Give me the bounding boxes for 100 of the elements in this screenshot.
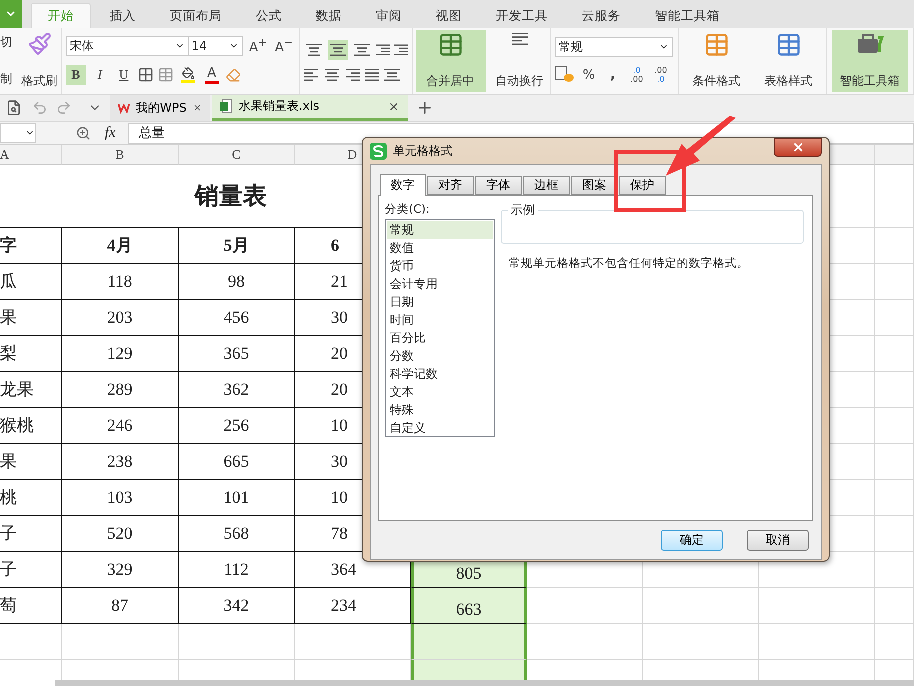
dialog-tab[interactable]: 数字 — [380, 174, 426, 196]
ribbon-tab[interactable]: 公式 — [241, 3, 297, 28]
new-tab-icon[interactable] — [416, 99, 434, 117]
font-size-select[interactable]: 14 — [188, 36, 244, 56]
decrease-decimal-button[interactable]: .00 .0 — [651, 65, 671, 85]
vertical-align-icon — [330, 43, 346, 57]
print-preview-icon[interactable] — [6, 100, 22, 116]
vertical-align-button[interactable] — [328, 40, 348, 60]
table-cell: 456 — [179, 300, 295, 336]
font-select[interactable]: 宋体 — [66, 36, 189, 56]
dialog-tab[interactable]: 保护 — [619, 176, 666, 195]
ribbon-tab[interactable]: 页面布局 — [155, 3, 237, 28]
table-cell: 桃 — [0, 480, 62, 516]
distribute-icon — [384, 68, 400, 82]
conditional-table-icon — [704, 32, 730, 58]
vertical-align-icon — [306, 43, 322, 57]
table-cell: 520 — [62, 516, 179, 552]
document-tab[interactable]: 水果销量表.xls — [212, 95, 408, 121]
close-icon[interactable] — [388, 100, 400, 112]
format-painter-button[interactable]: 格式刷 — [18, 30, 60, 92]
cancel-button[interactable]: 取消 — [747, 530, 809, 551]
table-cell: 龙果 — [0, 372, 62, 408]
sample-label: 示例 — [508, 202, 538, 219]
number-format-select[interactable]: 常规 — [555, 37, 673, 57]
table-style-button[interactable]: 表格样式 — [756, 30, 822, 92]
ribbon-tab[interactable]: 视图 — [421, 3, 477, 28]
column-heading-cell: 5月 — [179, 228, 295, 264]
table-cell: 103 — [62, 480, 179, 516]
ribbon-tab[interactable]: 数据 — [301, 3, 357, 28]
currency-icon[interactable] — [555, 66, 575, 84]
borders-icon[interactable] — [138, 67, 154, 83]
dialog-tab[interactable]: 边框 — [523, 176, 570, 195]
column-header[interactable]: B — [62, 145, 179, 165]
table-cell: 瓜 — [0, 264, 62, 300]
table-cell: 87 — [62, 588, 179, 624]
table-cell — [875, 165, 914, 228]
ribbon-tab[interactable]: 智能工具箱 — [640, 3, 735, 28]
app-logo-icon — [370, 142, 387, 160]
column-heading-cell: 字 — [0, 228, 62, 264]
increase-decimal-button[interactable]: .0 .00 — [627, 65, 647, 85]
paint-bucket-icon — [182, 67, 194, 80]
align-center-icon — [324, 68, 340, 82]
search-icon[interactable] — [76, 126, 91, 140]
table-cell: 342 — [179, 588, 295, 624]
ok-button[interactable]: 确定 — [661, 530, 723, 551]
dialog-tab[interactable]: 字体 — [475, 176, 522, 195]
format-description: 常规单元格格式不包含任何特定的数字格式。 — [508, 256, 750, 271]
table-cell: 256 — [179, 408, 295, 444]
conditional-format-button[interactable]: 条件格式 — [684, 30, 750, 92]
merge-center-button[interactable]: 合并居中 — [416, 30, 486, 92]
table-cell: 112 — [179, 552, 295, 588]
table-cell: 238 — [62, 444, 179, 480]
indent-decrease-icon — [376, 43, 390, 57]
comma-button[interactable]: , — [603, 65, 623, 85]
table-cell — [875, 624, 914, 660]
font-style-button[interactable]: U — [114, 65, 134, 85]
document-tab[interactable]: 我的WPS — [110, 95, 210, 121]
horizontal-scrollbar[interactable] — [55, 680, 914, 686]
insert-function-button[interactable]: fx — [105, 124, 116, 142]
merge-cells-icon — [438, 32, 464, 58]
column-header[interactable]: A — [0, 145, 62, 165]
font-style-button[interactable]: B — [66, 65, 86, 85]
category-item[interactable]: 常规 — [387, 221, 493, 239]
align-left-icon — [304, 68, 320, 82]
table-cell — [875, 588, 914, 624]
ribbon-tab[interactable]: 开发工具 — [481, 3, 563, 28]
table-cell: 萄 — [0, 588, 62, 624]
align-right-icon — [344, 68, 360, 82]
copy-button[interactable]: 制 — [0, 71, 12, 88]
table-cell: 101 — [179, 480, 295, 516]
close-button[interactable] — [774, 138, 822, 157]
table-cell — [875, 228, 914, 264]
percent-button[interactable]: % — [579, 65, 599, 85]
cut-button[interactable]: 切 — [0, 34, 12, 51]
toolbox-icon — [856, 32, 884, 56]
table-cell — [875, 372, 914, 408]
dialog-tab[interactable]: 对齐 — [427, 176, 474, 195]
ribbon-tab[interactable]: 云服务 — [567, 3, 636, 28]
column-header[interactable]: C — [179, 145, 295, 165]
ribbon-tab[interactable]: 审阅 — [361, 3, 417, 28]
table-cell — [875, 480, 914, 516]
paintbrush-icon — [28, 32, 52, 56]
font-style-button[interactable]: I — [90, 65, 110, 85]
ribbon-tab[interactable]: 插入 — [95, 3, 151, 28]
table-cell: 果 — [0, 444, 62, 480]
wps-logo-icon — [118, 102, 130, 114]
font-color-button[interactable]: A — [202, 64, 222, 86]
wrap-text-button[interactable]: 自动换行 — [492, 30, 548, 92]
table-cell: 129 — [62, 336, 179, 372]
wrap-text-icon — [512, 32, 528, 46]
table-cell: 362 — [179, 372, 295, 408]
table-cell: 子 — [0, 552, 62, 588]
table-cell — [875, 552, 914, 588]
smart-toolbox-button[interactable]: 智能工具箱 — [832, 30, 908, 92]
grow-font-button[interactable]: A$^{+}$ — [247, 36, 270, 56]
category-list[interactable]: 常规 数值 货币 会计专用 日期 时间 百分比 分数 科学记数 文本 特殊 自定义 — [385, 219, 495, 437]
table-cell: 203 — [62, 300, 179, 336]
indent-increase-icon — [394, 43, 408, 57]
table-cell: 365 — [179, 336, 295, 372]
shrink-font-button[interactable]: A$^{−}$ — [273, 36, 296, 56]
